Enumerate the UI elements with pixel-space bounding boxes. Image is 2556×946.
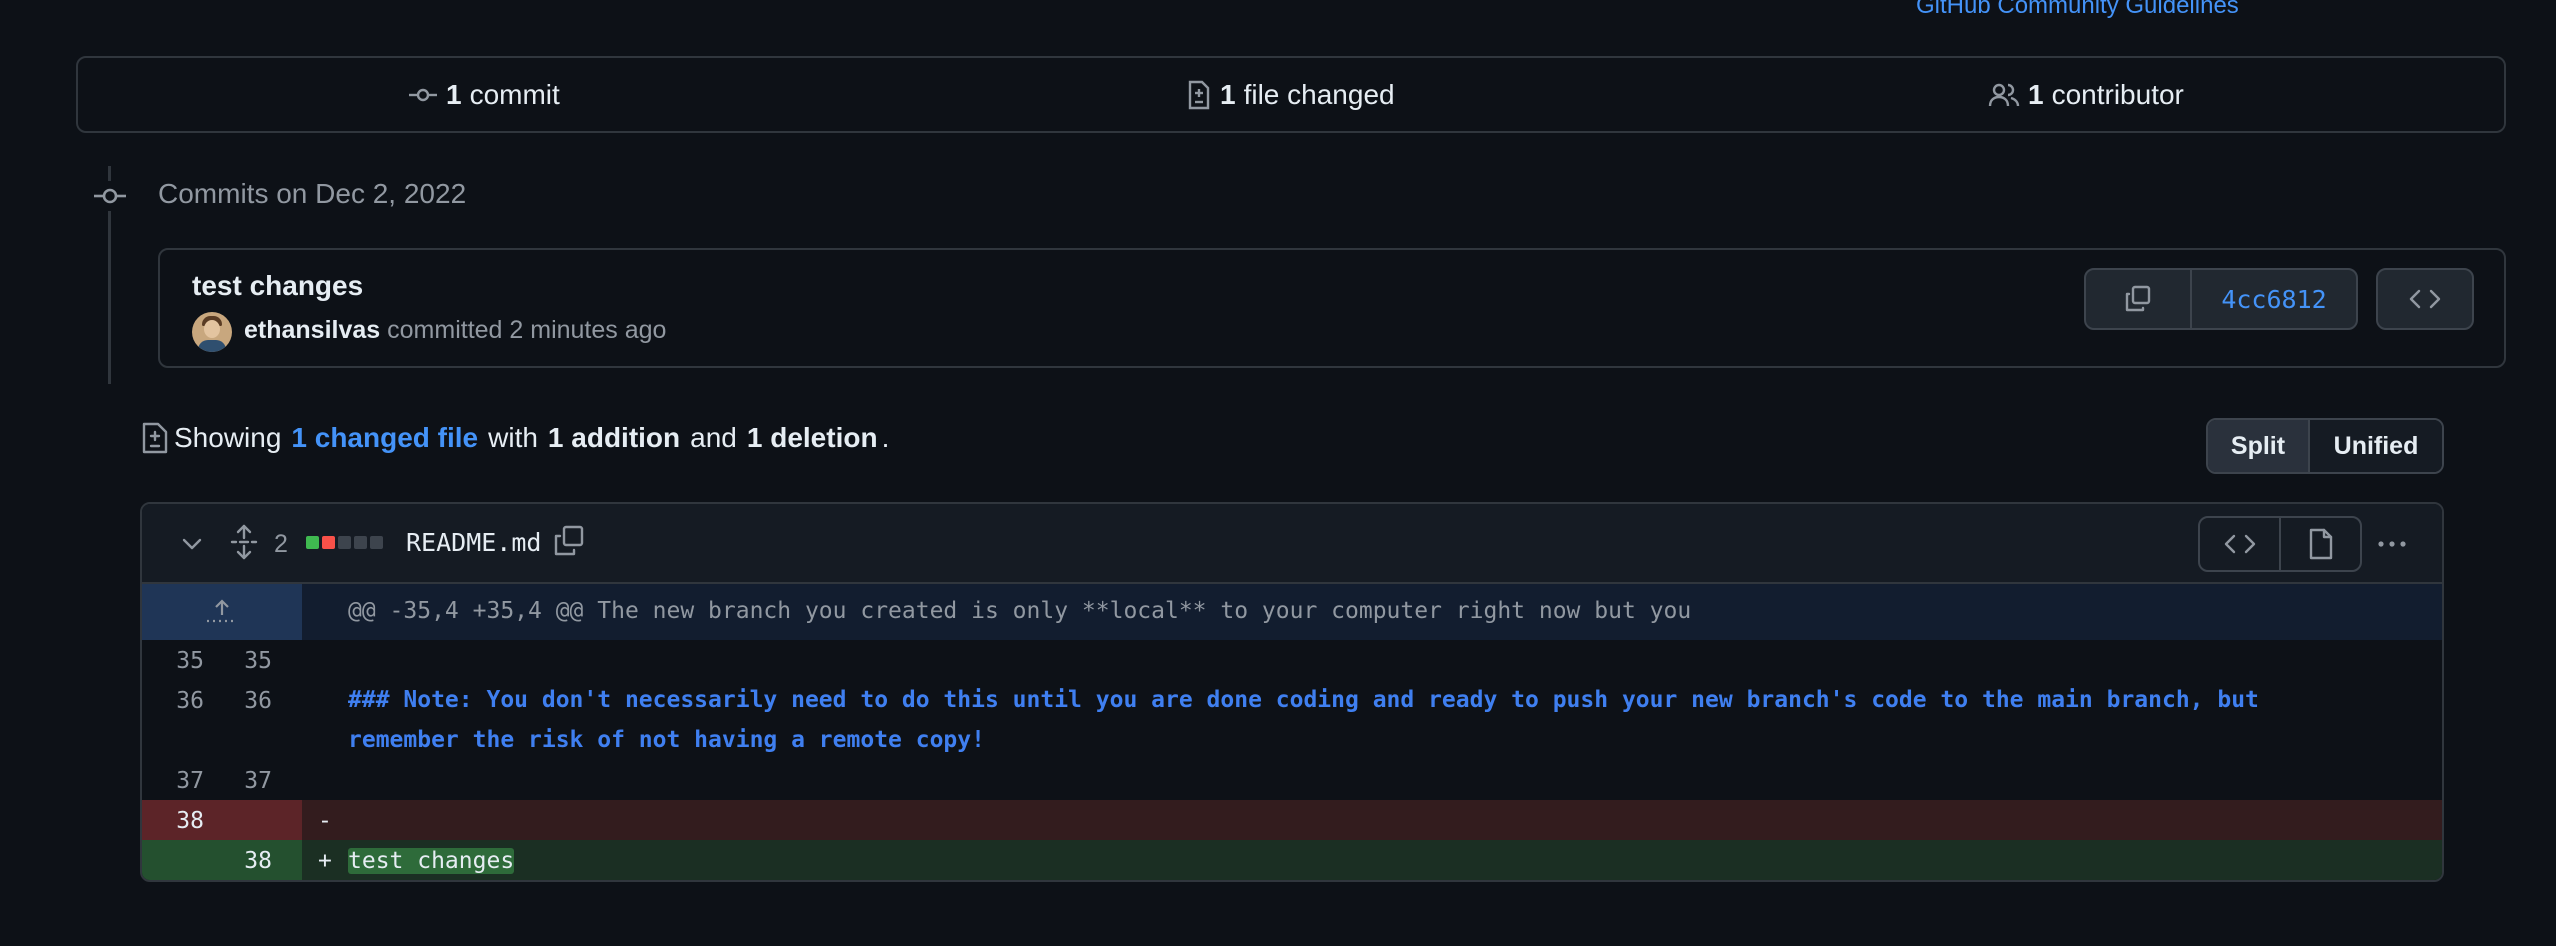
files-label: file changed (1243, 78, 1395, 110)
commit-meta: ethansilvas committed 2 minutes ago (244, 316, 666, 345)
commit-item: test changes ethansilvas committed 2 min… (158, 248, 2506, 368)
diff-change-count: 2 (274, 530, 288, 558)
added-text-highlight: test changes (348, 848, 515, 874)
commit-time: committed 2 minutes ago (387, 316, 667, 344)
commits-count: 1 (446, 78, 462, 110)
browse-repo-button[interactable] (2376, 268, 2474, 330)
diff-body: @@ -35,4 +35,4 @@ The new branch you cre… (142, 584, 2442, 880)
files-count: 1 (1220, 78, 1236, 110)
line-code: test changes (348, 848, 2362, 874)
new-line-number[interactable]: 36 (224, 688, 272, 714)
file-diff-icon (1188, 80, 1210, 109)
and-text: and (690, 422, 737, 453)
deletions-count: 1 deletion (746, 422, 878, 453)
old-line-number[interactable]: 37 (156, 768, 204, 794)
view-file-button[interactable] (2281, 518, 2360, 570)
old-line-number[interactable]: 35 (156, 648, 204, 674)
diffstat-block-neutral (370, 536, 383, 549)
diffstat-bar (306, 536, 383, 549)
diff-line: 35 35 (142, 640, 2442, 680)
diff-file-header: 2 README.md (142, 504, 2442, 584)
avatar[interactable] (192, 312, 232, 352)
copy-sha-button[interactable] (2086, 270, 2192, 328)
copy-icon (2125, 285, 2151, 312)
chevron-down-icon[interactable] (180, 532, 204, 556)
diffstat-block-added (306, 536, 319, 549)
commit-title-link[interactable]: test changes (192, 270, 363, 302)
code-icon (2409, 289, 2441, 309)
period: . (881, 422, 890, 453)
split-view-button[interactable]: Split (2208, 420, 2310, 472)
author-link[interactable]: ethansilvas (244, 316, 380, 344)
files-changed-link[interactable]: 1 file changed (1186, 58, 1395, 131)
contributors-count: 1 (2028, 78, 2044, 110)
sha-button-group: 4cc6812 (2084, 268, 2358, 330)
community-guidelines-link[interactable]: GitHub Community Guidelines (1916, 0, 2239, 20)
old-line-number[interactable]: 38 (156, 808, 204, 834)
changed-files-link[interactable]: 1 changed file (291, 422, 478, 454)
commit-icon (409, 88, 437, 101)
diff-line: 37 37 (142, 760, 2442, 800)
addition-sign: + (318, 848, 332, 874)
new-line-number[interactable]: 38 (224, 848, 272, 874)
old-line-number[interactable]: 36 (156, 688, 204, 714)
kebab-menu-icon[interactable] (2376, 530, 2408, 558)
contributors-label: contributor (2051, 78, 2184, 110)
view-source-button[interactable] (2200, 518, 2281, 570)
copy-icon[interactable] (552, 524, 586, 558)
diff-file-actions (2198, 516, 2362, 572)
diff-file: 2 README.md @@ -35,4 +35,4 @@ The new br… (140, 502, 2444, 882)
additions-count: 1 addition (547, 422, 681, 453)
expand-up-icon (207, 599, 237, 623)
commits-count-link[interactable]: 1 commit (408, 58, 560, 131)
file-diff-icon (142, 422, 168, 454)
diff-view-toggle: Split Unified (2206, 418, 2444, 474)
hunk-header-text: @@ -35,4 +35,4 @@ The new branch you cre… (348, 598, 1692, 624)
commit-summary-bar: 1 commit 1 file changed 1 contributor (76, 56, 2506, 133)
diff-filename[interactable]: README.md (406, 528, 541, 557)
deletion-sign: - (318, 808, 332, 834)
contributors-link[interactable]: 1 contributor (1988, 58, 2184, 131)
diffstat-block-neutral (354, 536, 367, 549)
diff-line-addition: 38 + test changes (142, 840, 2442, 880)
unified-view-button[interactable]: Unified (2310, 420, 2442, 472)
expand-all-icon[interactable] (230, 524, 258, 560)
commits-date-heading: Commits on Dec 2, 2022 (158, 178, 467, 209)
new-line-number[interactable]: 35 (224, 648, 272, 674)
expand-up-button[interactable] (142, 584, 302, 640)
showing-prefix: Showing (174, 422, 282, 453)
diffstat-block-deleted (322, 536, 335, 549)
line-code: ### Note: You don't necessarily need to … (348, 687, 2273, 753)
diff-line-deletion: 38 - (142, 800, 2442, 840)
commits-label: commit (469, 78, 560, 110)
new-line-number[interactable]: 37 (224, 768, 272, 794)
commit-group-icon (92, 181, 128, 211)
diff-summary-text: Showing 1 changed file with 1 addition a… (140, 422, 889, 454)
people-icon (1988, 83, 2020, 106)
commit-sha-link[interactable]: 4cc6812 (2192, 270, 2356, 328)
code-icon (2224, 534, 2255, 554)
with-text: with (488, 422, 538, 453)
diff-line: 36 36 ### Note: You don't necessarily ne… (142, 680, 2442, 760)
hunk-header-row: @@ -35,4 +35,4 @@ The new branch you cre… (142, 584, 2442, 640)
diffstat-block-neutral (338, 536, 351, 549)
file-icon (2309, 528, 2332, 560)
